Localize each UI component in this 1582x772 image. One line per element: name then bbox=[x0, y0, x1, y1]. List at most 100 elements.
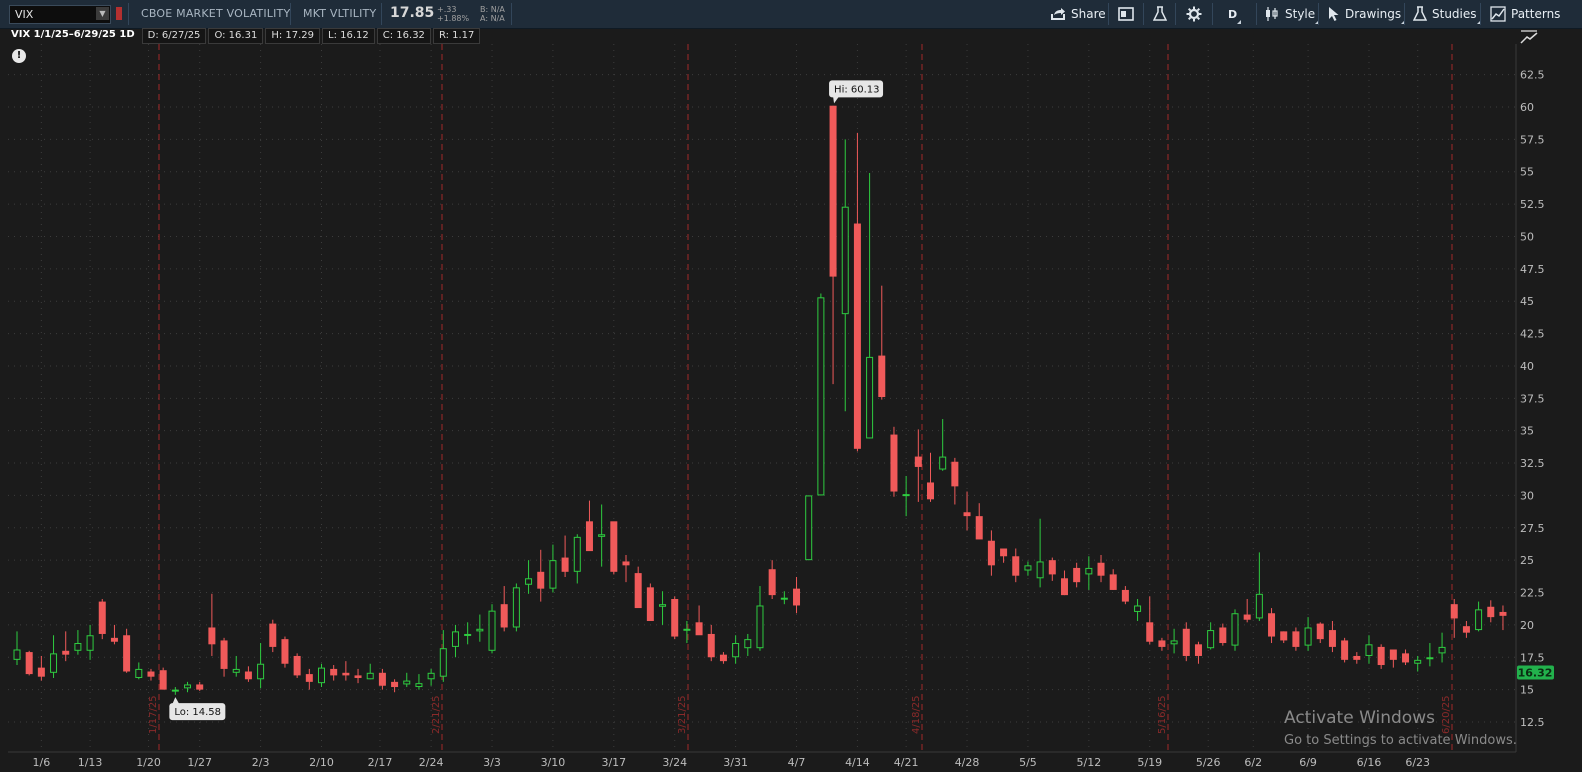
candle-body bbox=[598, 534, 606, 537]
x-tick-label: 1/27 bbox=[187, 756, 212, 769]
candle-body bbox=[98, 601, 106, 634]
candle-body bbox=[659, 604, 667, 607]
chart-title: VIX 1/1/25–6/29/25 1D bbox=[11, 29, 135, 40]
info-close: C: 16.32 bbox=[376, 28, 431, 44]
event-line-label: 4/18/25 bbox=[911, 695, 922, 734]
candle-body bbox=[634, 573, 642, 609]
candle-body bbox=[1146, 622, 1154, 642]
hi-callout-pointer bbox=[833, 96, 840, 104]
candle-body bbox=[963, 512, 971, 517]
divider bbox=[1318, 3, 1319, 25]
style-label: Style bbox=[1285, 7, 1316, 21]
candle-body bbox=[1097, 562, 1105, 576]
divider bbox=[1212, 3, 1213, 25]
share-button[interactable]: Share bbox=[1050, 0, 1106, 28]
candle-body bbox=[110, 637, 118, 642]
candle-body bbox=[1462, 626, 1470, 633]
drawings-button[interactable]: Drawings bbox=[1328, 0, 1406, 28]
candle-body bbox=[171, 689, 179, 692]
divider bbox=[511, 3, 512, 25]
candle-body bbox=[1134, 605, 1142, 612]
candle-body bbox=[512, 587, 520, 628]
period-label: D bbox=[1228, 7, 1238, 21]
flag-icon[interactable] bbox=[116, 7, 122, 20]
x-tick-label: 6/2 bbox=[1244, 756, 1262, 769]
candle-body bbox=[1341, 640, 1349, 660]
chart-settings-button[interactable] bbox=[1118, 0, 1134, 28]
divider bbox=[128, 3, 129, 25]
x-tick-label: 4/14 bbox=[845, 756, 870, 769]
studies-button[interactable]: Studies bbox=[1413, 0, 1481, 28]
candle-body bbox=[1328, 630, 1336, 647]
candle-body bbox=[805, 495, 813, 561]
divider bbox=[1404, 3, 1405, 25]
x-tick-label: 4/7 bbox=[788, 756, 806, 769]
patterns-button[interactable]: Patterns bbox=[1490, 0, 1560, 28]
divider bbox=[1175, 3, 1176, 25]
candle-body bbox=[939, 456, 947, 470]
chart-info-bar: VIX 1/1/25–6/29/25 1D D: 6/27/25 O: 16.3… bbox=[8, 28, 482, 44]
candle-body bbox=[244, 671, 252, 680]
candle-body bbox=[537, 571, 545, 589]
price-chart[interactable]: 62.5 60 57.5 55 52.5 50 47.5 45 42.5 40 37.5 35 32.5… bbox=[0, 44, 1582, 772]
candle-body bbox=[1414, 659, 1422, 664]
flask-icon bbox=[1413, 6, 1427, 21]
x-tick-label: 3/10 bbox=[541, 756, 566, 769]
candle-body bbox=[1402, 653, 1410, 663]
candle-body bbox=[646, 587, 654, 622]
candle-body bbox=[1219, 627, 1227, 644]
chevron-down-icon[interactable]: ▼ bbox=[96, 7, 109, 20]
period-button[interactable]: D bbox=[1228, 0, 1242, 28]
candle-body bbox=[1207, 630, 1215, 649]
event-line-label: 6/20/25 bbox=[1441, 695, 1452, 734]
share-icon bbox=[1051, 8, 1065, 20]
settings-button[interactable] bbox=[1186, 0, 1202, 28]
activation-watermark-subtitle: Go to Settings to activate Windows. bbox=[1284, 733, 1517, 748]
candle-body bbox=[573, 536, 581, 572]
symbol-input[interactable]: VIX ▼ bbox=[9, 5, 111, 24]
candle-body bbox=[1048, 560, 1056, 575]
candle-body bbox=[1012, 556, 1020, 576]
candle-body bbox=[257, 663, 265, 680]
candle-body bbox=[342, 672, 350, 676]
candle-body bbox=[1377, 646, 1385, 666]
y-tick-label: 25 bbox=[1520, 554, 1534, 567]
style-button[interactable]: Style bbox=[1264, 0, 1320, 28]
y-tick-label: 20 bbox=[1520, 619, 1534, 632]
candle-body bbox=[451, 631, 459, 647]
candle-body bbox=[13, 649, 21, 660]
candle-body bbox=[719, 654, 727, 662]
candle-body bbox=[1353, 655, 1361, 660]
candle-body bbox=[1121, 589, 1129, 602]
candle-body bbox=[293, 655, 301, 676]
candle-body bbox=[1024, 565, 1032, 571]
candle-body bbox=[232, 668, 240, 673]
candle-body bbox=[196, 684, 204, 690]
candle-body bbox=[817, 297, 825, 496]
candle-body bbox=[841, 206, 849, 315]
x-tick-label: 6/23 bbox=[1405, 756, 1430, 769]
candle-body bbox=[62, 650, 70, 655]
candle-body bbox=[1389, 649, 1397, 660]
info-date: D: 6/27/25 bbox=[141, 28, 207, 44]
candle-body bbox=[305, 674, 313, 682]
candle-body bbox=[1036, 561, 1044, 579]
hi-callout-label: Hi: 60.13 bbox=[834, 84, 879, 95]
candle-body bbox=[281, 639, 289, 664]
candle-body bbox=[671, 599, 679, 637]
candle-body bbox=[1182, 628, 1190, 656]
candle-body bbox=[1255, 593, 1263, 619]
lo-callout-pointer bbox=[172, 697, 180, 705]
x-tick-label: 6/9 bbox=[1299, 756, 1317, 769]
ask-value: A: N/A bbox=[480, 14, 505, 23]
y-tick-label: 62.5 bbox=[1520, 69, 1545, 82]
patterns-icon bbox=[1490, 6, 1506, 22]
activation-watermark-title: Activate Windows bbox=[1284, 708, 1435, 728]
y-tick-label: 30 bbox=[1520, 489, 1534, 502]
candle-body bbox=[184, 684, 192, 689]
event-line-label: 3/21/25 bbox=[677, 695, 688, 734]
candle-body bbox=[683, 628, 691, 631]
studies-lab-button[interactable] bbox=[1153, 0, 1167, 28]
candle-body bbox=[1450, 604, 1458, 619]
candle-body bbox=[74, 643, 82, 651]
